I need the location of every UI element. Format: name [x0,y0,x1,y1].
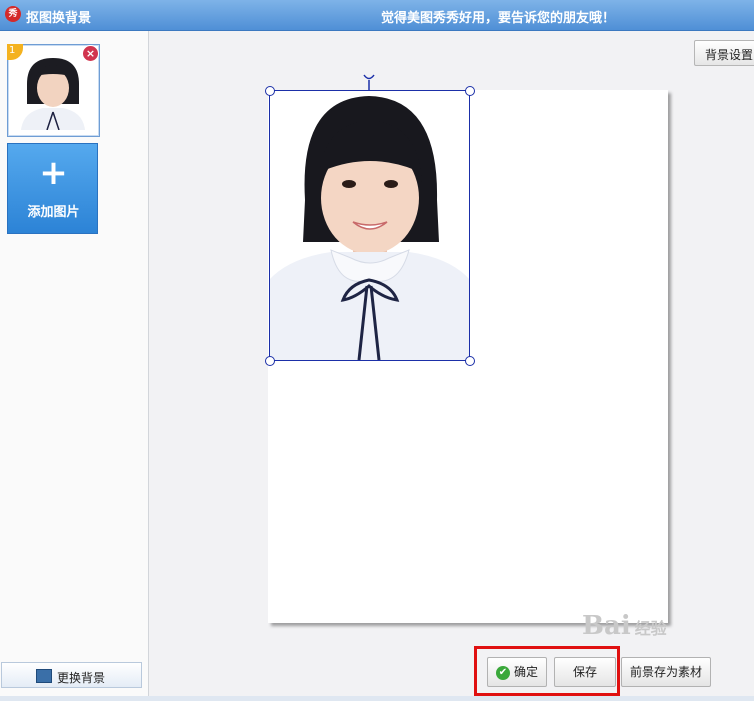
highlight-annotation [474,646,620,696]
background-settings-button[interactable]: 背景设置 [694,40,754,66]
picture-icon [36,669,52,683]
resize-handle-bottom-left[interactable] [265,356,275,366]
remove-thumbnail-icon[interactable]: × [82,45,99,62]
change-background-label: 更换背景 [57,671,106,685]
portrait-thumbnail-image [13,50,93,130]
add-image-label: 添加图片 [27,205,80,220]
selection-box[interactable] [269,90,470,361]
bottom-border [0,696,754,701]
app-logo-icon: 秀 [5,6,21,22]
resize-handle-top-left[interactable] [265,86,275,96]
image-thumbnail[interactable]: 1 × [7,44,100,137]
plus-icon: + [39,153,68,193]
save-foreground-button[interactable]: 前景存为素材 [621,657,711,687]
image-sidebar: 1 × + 添加图片 更换背景 [0,31,149,701]
rotate-handle-icon[interactable] [363,74,375,90]
add-image-button[interactable]: + 添加图片 [7,143,98,234]
window-title: 抠图换背景 [26,11,92,26]
title-bar: 秀 抠图换背景 觉得美图秀秀好用，要告诉您的朋友哦！ [0,0,754,31]
watermark-text: Bai 经验 [582,611,667,641]
change-background-button[interactable]: 更换背景 [1,662,142,688]
slogan-text: 觉得美图秀秀好用，要告诉您的朋友哦！ [381,11,616,26]
resize-handle-bottom-right[interactable] [465,356,475,366]
resize-handle-top-right[interactable] [465,86,475,96]
